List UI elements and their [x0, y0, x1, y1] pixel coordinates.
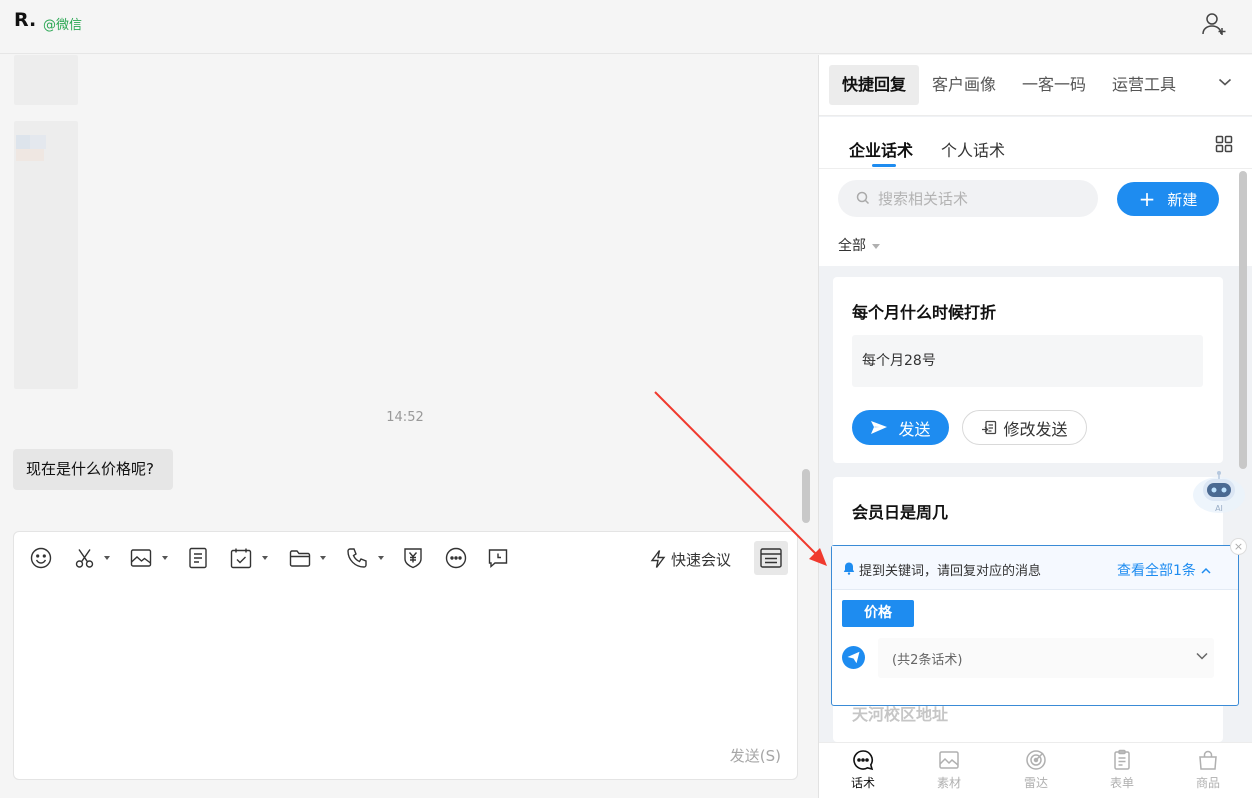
add-user-icon[interactable]: [1200, 10, 1228, 38]
message-composer[interactable]: 快速会议 发送(S): [13, 531, 798, 780]
more-icon[interactable]: [444, 546, 468, 570]
new-script-button[interactable]: + 新建: [1117, 182, 1219, 216]
dropdown-caret[interactable]: [378, 556, 384, 560]
dropdown-caret[interactable]: [320, 556, 326, 560]
send-plane-icon: [871, 420, 888, 434]
script-filter-area: 企业话术 个人话术 + 新建 全部: [819, 117, 1252, 266]
blurred-pixel: [30, 135, 46, 149]
tab-one-customer-one-code[interactable]: 一客一码: [1009, 65, 1099, 105]
shopping-bag-icon: [1199, 750, 1217, 770]
keyword-tag[interactable]: 价格: [842, 600, 914, 627]
script-title: 每个月什么时候打折: [852, 303, 997, 322]
side-panel-toggle-button[interactable]: [754, 541, 788, 575]
panel-scrollbar[interactable]: [1239, 171, 1247, 469]
nav-materials-label: 素材: [936, 776, 961, 790]
phone-icon[interactable]: [345, 546, 369, 570]
new-script-label: 新建: [1167, 190, 1198, 209]
nav-products[interactable]: 商品: [1183, 749, 1233, 791]
contact-name: R.: [14, 9, 37, 31]
keyword-reminder-header: 提到关键词，请回复对应的消息 查看全部1条: [832, 546, 1238, 590]
nav-scripts[interactable]: 话术: [838, 749, 888, 791]
search-box[interactable]: [838, 180, 1098, 217]
chevron-down-icon[interactable]: [1218, 77, 1232, 87]
send-script-button[interactable]: 发送: [852, 410, 949, 445]
grid-view-icon[interactable]: [1215, 135, 1233, 153]
caret-down-icon: [872, 243, 880, 249]
script-card: 每个月什么时候打折 每个月28号 发送 修改发送: [833, 277, 1223, 463]
close-popup-button[interactable]: ×: [1230, 538, 1247, 555]
blurred-message: [14, 121, 78, 389]
view-all-link[interactable]: 查看全部1条: [1117, 560, 1211, 580]
radar-icon: [1026, 750, 1046, 770]
script-content: 每个月28号: [852, 335, 1203, 387]
keyword-reminder-text: 提到关键词，请回复对应的消息: [859, 564, 1042, 579]
divider: [819, 168, 1252, 169]
message-bubble[interactable]: 现在是什么价格呢?: [13, 449, 173, 490]
active-subtab-indicator: [872, 164, 896, 167]
subtab-personal-scripts[interactable]: 个人话术: [941, 137, 1005, 161]
view-all-label: 查看全部1条: [1117, 563, 1196, 579]
clipboard-icon: [1114, 749, 1130, 770]
blurred-pixel: [16, 149, 44, 161]
send-button[interactable]: 发送(S): [730, 745, 781, 766]
lightning-icon: [650, 550, 666, 568]
send-script-label: 发送: [898, 419, 931, 439]
tab-quick-reply[interactable]: 快捷回复: [829, 65, 920, 105]
quick-meeting-label: 快速会议: [671, 550, 732, 569]
nav-products-label: 商品: [1195, 776, 1220, 790]
plus-icon: +: [1138, 187, 1156, 211]
send-plane-icon[interactable]: [842, 646, 865, 669]
tab-customer-profile[interactable]: 客户画像: [919, 65, 1009, 105]
nav-radar-label: 雷达: [1023, 776, 1048, 790]
quick-reply-panel: 快捷回复 客户画像 一客一码 运营工具 企业话术 个人话术 + 新建 全部: [818, 55, 1252, 798]
nav-forms[interactable]: 表单: [1097, 749, 1147, 791]
folder-icon[interactable]: [288, 546, 312, 570]
category-filter-label: 全部: [838, 238, 866, 254]
bell-icon: [843, 562, 855, 575]
contact-source: @微信: [43, 18, 83, 33]
panel-list-icon: [760, 548, 782, 568]
search-input[interactable]: [878, 180, 1088, 217]
document-icon[interactable]: [186, 546, 210, 570]
chevron-down-icon[interactable]: [1196, 652, 1208, 660]
chevron-up-icon: [1201, 567, 1211, 574]
nav-scripts-label: 话术: [850, 776, 875, 790]
panel-tabs: 快捷回复 客户画像 一客一码 运营工具: [819, 55, 1252, 116]
keyword-script-row[interactable]: (共2条话术): [878, 638, 1214, 678]
chat-clock-icon[interactable]: [486, 546, 510, 570]
edit-and-send-label: 修改发送: [1003, 419, 1068, 439]
dropdown-caret[interactable]: [262, 556, 268, 560]
panel-bottom-nav: 话术 素材 雷达 表单 商品: [819, 742, 1252, 798]
schedule-check-icon[interactable]: [229, 546, 253, 570]
chat-bubble-icon: [853, 750, 874, 771]
edit-and-send-button[interactable]: 修改发送: [962, 410, 1087, 445]
dropdown-caret[interactable]: [104, 556, 110, 560]
image-icon[interactable]: [129, 546, 153, 570]
category-filter[interactable]: 全部: [838, 235, 880, 255]
nav-forms-label: 表单: [1109, 776, 1134, 790]
quick-meeting-button[interactable]: 快速会议: [649, 546, 731, 572]
yuan-shield-icon[interactable]: [401, 546, 425, 570]
chat-header: R. @微信: [0, 0, 1252, 54]
dropdown-caret[interactable]: [162, 556, 168, 560]
screenshot-scissors-icon[interactable]: [73, 546, 97, 570]
chat-messages: 14:52 现在是什么价格呢?: [0, 55, 818, 530]
blurred-pixel: [16, 135, 30, 149]
ai-robot-icon[interactable]: AI: [1189, 467, 1245, 517]
script-count: (共2条话术): [892, 653, 963, 668]
script-title: 会员日是周几: [852, 503, 949, 522]
robot-label: AI: [1215, 504, 1223, 513]
message-timestamp: 14:52: [386, 410, 424, 425]
blurred-message: [14, 55, 78, 105]
keyword-reminder-popup: 提到关键词，请回复对应的消息 查看全部1条 × 价格 (共2条话术): [831, 538, 1247, 706]
search-icon: [856, 191, 870, 205]
nav-radar[interactable]: 雷达: [1011, 749, 1061, 791]
nav-materials[interactable]: 素材: [924, 749, 974, 791]
tab-operation-tools[interactable]: 运营工具: [1099, 65, 1189, 105]
subtab-enterprise-scripts[interactable]: 企业话术: [849, 137, 913, 161]
edit-send-icon: [982, 420, 997, 434]
chat-scrollbar[interactable]: [802, 469, 810, 523]
emoji-icon[interactable]: [29, 546, 53, 570]
image-icon: [939, 751, 959, 769]
